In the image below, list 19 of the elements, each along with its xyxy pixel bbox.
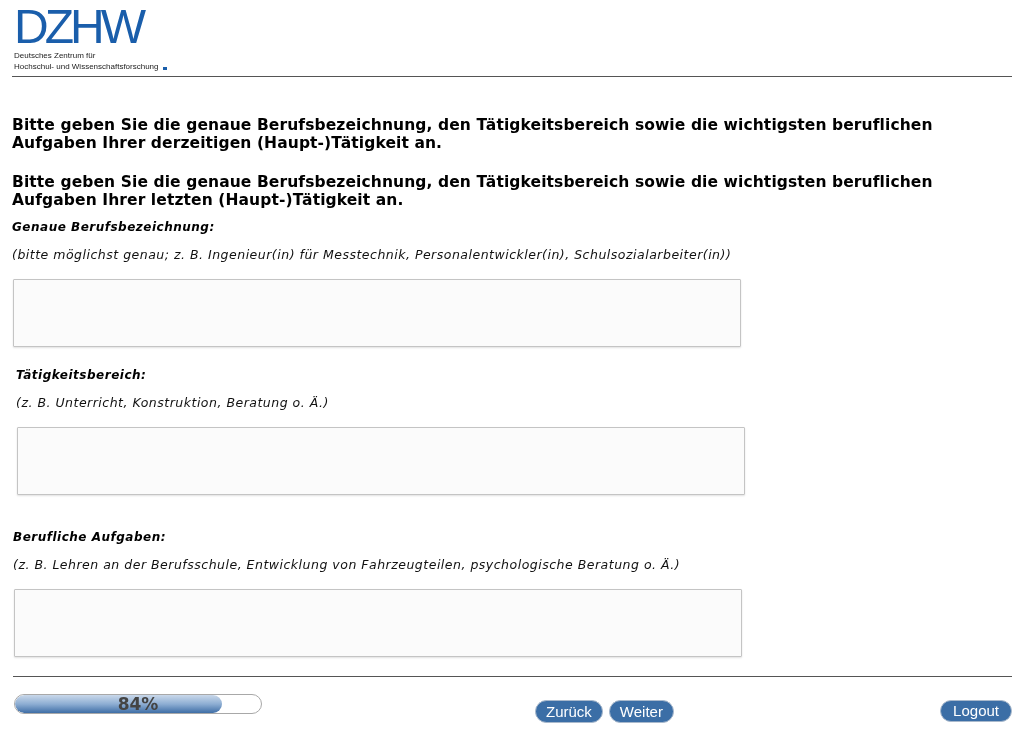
- field-hint: (z. B. Unterricht, Konstruktion, Beratung o. Ä.): [16, 395, 330, 411]
- question-text: Bitte geben Sie die genaue Berufsbezeichnung, den Tätigkeitsbereich sowie die wichtigsten beruflichen Aufgaben Ihrer letzten (Haupt-)Tätigkeit an.: [12, 173, 934, 209]
- logo-square-icon: [162, 66, 167, 70]
- progress-reading: 84%: [117, 695, 159, 713]
- field-label: Berufliche Aufgaben:: [13, 529, 167, 545]
- logout-button[interactable]: Logout: [940, 700, 1012, 722]
- question-text: Bitte geben Sie die genaue Berufsbezeichnung, den Tätigkeitsbereich sowie die wichtigsten beruflichen Aufgaben Ihrer derzeitigen (Haupt-)Tätigkeit an.: [12, 116, 934, 152]
- answer-field[interactable]: [14, 589, 742, 657]
- logo-tagline: Deutsches Zentrum für: [14, 50, 96, 61]
- field-hint: (bitte möglichst genau; z. B. Ingenieur(in) für Messtechnik, Personalentwickler(in), Schulsozialarbeiter(in)): [12, 247, 733, 263]
- logo-tagline: Hochschul- und Wissenschaftsforschung: [14, 61, 159, 72]
- logo-wordmark: DZHW: [14, 4, 144, 50]
- back-button[interactable]: Zurück: [535, 700, 603, 723]
- answer-field[interactable]: [13, 279, 741, 347]
- field-label: Genaue Berufsbezeichnung:: [12, 219, 216, 235]
- field-label: Tätigkeitsbereich:: [16, 367, 148, 383]
- field-hint: (z. B. Lehren an der Berufsschule, Entwicklung von Fahrzeugteilen, psychologische Beratung o. Ä.): [13, 557, 682, 573]
- answer-field[interactable]: [17, 427, 745, 495]
- next-button[interactable]: Weiter: [608, 700, 674, 723]
